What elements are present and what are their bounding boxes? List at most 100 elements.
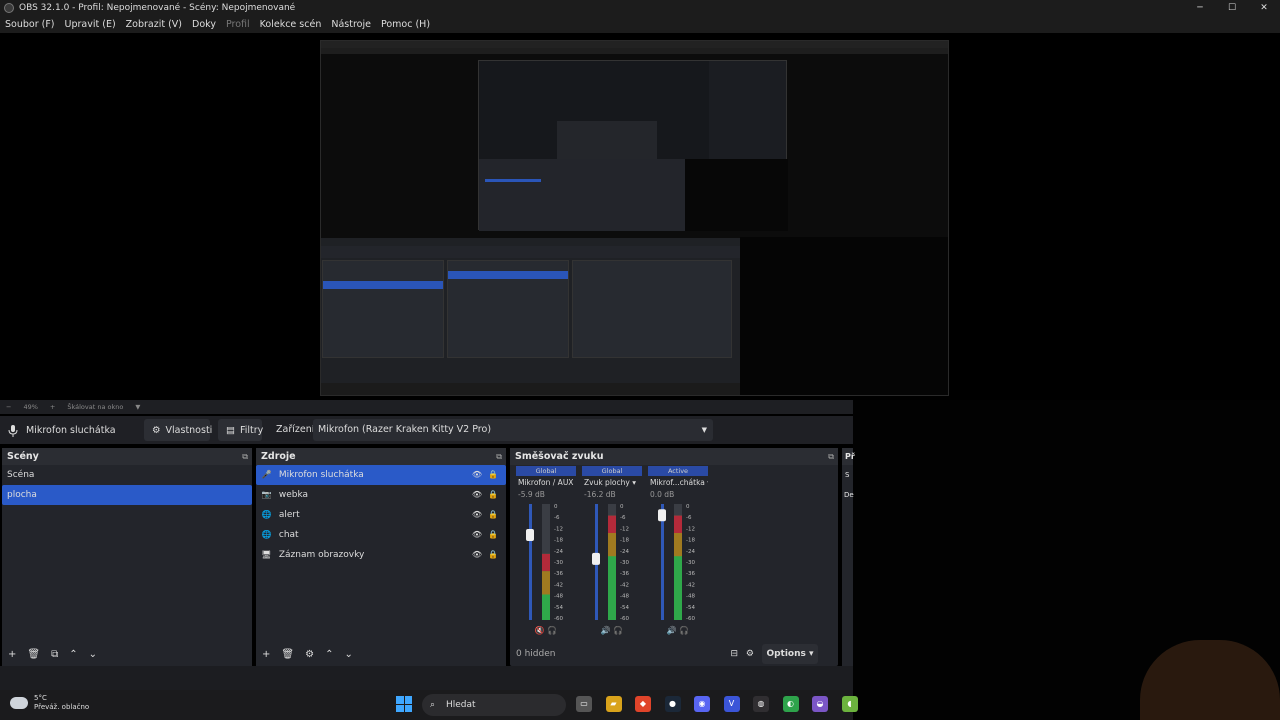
remove-scene-button[interactable]: 🗑 bbox=[27, 649, 40, 660]
close-button[interactable]: ✕ bbox=[1248, 0, 1280, 16]
source-item[interactable]: 🌐 alert 👁 🔒 bbox=[256, 505, 506, 525]
undock-icon[interactable]: ⧉ bbox=[828, 448, 834, 465]
move-up-button[interactable]: ⌃ bbox=[325, 649, 333, 660]
weather-widget[interactable]: 5°C Převáž. oblačno bbox=[10, 694, 89, 712]
remove-source-button[interactable]: 🗑 bbox=[281, 649, 294, 660]
add-scene-button[interactable]: + bbox=[8, 649, 16, 660]
device-select[interactable]: Mikrofon (Razer Kraken Kitty V2 Pro) ▼ bbox=[313, 419, 713, 441]
properties-button[interactable]: ⚙ Vlastnosti bbox=[144, 419, 212, 441]
menu-docks[interactable]: Doky bbox=[192, 19, 216, 30]
meter-tick-label: -6 bbox=[686, 515, 692, 521]
channel-name[interactable]: Mikrofon / AUX ▾ bbox=[516, 476, 576, 490]
move-up-button[interactable]: ⌃ bbox=[69, 649, 77, 660]
obs-icon[interactable]: ◍ bbox=[753, 696, 769, 712]
menu-scene-collection[interactable]: Kolekce scén bbox=[260, 19, 322, 30]
menu-profile[interactable]: Profil bbox=[226, 19, 250, 30]
menu-edit[interactable]: Upravit (E) bbox=[65, 19, 116, 30]
nested-dark-region bbox=[740, 237, 948, 395]
nested-taskbar bbox=[321, 383, 740, 395]
brave-icon[interactable]: ◆ bbox=[635, 696, 651, 712]
camera-icon: 📷 bbox=[261, 490, 272, 499]
nested-title bbox=[321, 41, 948, 48]
eye-icon[interactable]: 👁 bbox=[472, 465, 482, 485]
volume-meter[interactable]: 0 -6 -12 -18 -24 -30 -36 -42 -48 -54 -60 bbox=[516, 504, 576, 624]
scene-item[interactable]: Scéna bbox=[2, 465, 252, 485]
eye-icon[interactable]: 👁 bbox=[472, 485, 482, 505]
eye-icon[interactable]: 👁 bbox=[472, 525, 482, 545]
steam-icon[interactable]: ● bbox=[664, 696, 681, 712]
channel-name[interactable]: Mikrof...chátka ▾ bbox=[648, 476, 708, 490]
preview-screen-capture bbox=[320, 40, 949, 396]
source-item[interactable]: 📷 webka 👁 🔒 bbox=[256, 485, 506, 505]
windows-start-icon[interactable] bbox=[396, 696, 412, 712]
maximize-button[interactable]: ☐ bbox=[1216, 0, 1248, 16]
channel-db: 0.0 dB bbox=[650, 490, 675, 499]
scene-item-selected[interactable]: plocha bbox=[2, 485, 252, 505]
menu-help[interactable]: Pomoc (H) bbox=[381, 19, 430, 30]
options-button[interactable]: Options ▾ bbox=[762, 644, 818, 664]
app-icon[interactable]: ◖ bbox=[841, 696, 858, 712]
meter-warn bbox=[674, 533, 682, 557]
eye-icon[interactable]: 👁 bbox=[472, 505, 482, 525]
channel-name[interactable]: Zvuk plochy ▾ bbox=[582, 476, 642, 490]
meter-tick-label: -24 bbox=[554, 549, 563, 555]
source-item-selected[interactable]: 🎤 Mikrofon sluchátka 👁 🔒 bbox=[256, 465, 506, 485]
taskbar-search[interactable]: ⌕ Hledat bbox=[422, 694, 566, 716]
muted-speaker-icon[interactable]: 🔇 bbox=[535, 626, 545, 635]
folder-icon[interactable]: ▰ bbox=[605, 696, 622, 712]
headphones-icon[interactable]: 🎧 bbox=[679, 626, 689, 635]
weather-desc: Převáž. oblačno bbox=[34, 703, 90, 711]
filter-icon: ▤ bbox=[226, 424, 235, 436]
source-item[interactable]: 🌐 chat 👁 🔒 bbox=[256, 525, 506, 545]
lock-icon[interactable]: 🔒 bbox=[488, 525, 498, 545]
chevron-down-icon: ▼ bbox=[701, 426, 707, 434]
meter-tick-label: -36 bbox=[554, 571, 563, 577]
explorer-icon[interactable]: ▭ bbox=[576, 696, 592, 712]
chevron-down-icon[interactable]: ▼ bbox=[135, 403, 140, 411]
move-down-button[interactable]: ⌄ bbox=[89, 649, 97, 660]
scenes-footer: + 🗑 ⧉ ⌃ ⌄ bbox=[2, 642, 252, 666]
menu-file[interactable]: Soubor (F) bbox=[5, 19, 55, 30]
meter-tick-label: -54 bbox=[620, 605, 629, 611]
settings-icon[interactable]: ⚙ bbox=[746, 642, 754, 666]
meter-tick-label: -60 bbox=[554, 616, 563, 622]
lock-icon[interactable]: 🔒 bbox=[488, 485, 498, 505]
speaker-icon[interactable]: 🔊 bbox=[601, 626, 611, 635]
undock-icon[interactable]: ⧉ bbox=[496, 448, 502, 465]
meter-tick-label: 0 bbox=[554, 504, 558, 510]
lock-icon[interactable]: 🔒 bbox=[488, 505, 498, 525]
source-label: Mikrofon sluchátka bbox=[278, 470, 364, 480]
mixer-channels: Global Mikrofon / AUX ▾ -5.9 dB 0 -6 -12 -1… bbox=[516, 466, 708, 638]
source-label: webka bbox=[278, 490, 309, 500]
filters-button[interactable]: ▤ Filtry bbox=[218, 419, 263, 441]
move-down-button[interactable]: ⌄ bbox=[344, 649, 352, 660]
speaker-icon[interactable]: 🔊 bbox=[667, 626, 677, 635]
headphones-icon[interactable]: 🎧 bbox=[613, 626, 623, 635]
volume-meter[interactable]: 0 -6 -12 -18 -24 -30 -36 -42 -48 -54 -60 bbox=[582, 504, 642, 624]
undock-icon[interactable]: ⧉ bbox=[242, 448, 248, 465]
discord-icon[interactable]: ◉ bbox=[694, 696, 710, 712]
add-source-button[interactable]: + bbox=[262, 649, 270, 660]
zoom-out-button[interactable]: − bbox=[6, 403, 11, 411]
menu-tools[interactable]: Nástroje bbox=[331, 19, 371, 30]
lock-icon[interactable]: 🔒 bbox=[488, 465, 498, 485]
chrome-icon[interactable]: ◐ bbox=[782, 696, 799, 712]
zoom-in-button[interactable]: + bbox=[50, 403, 55, 411]
lock-icon[interactable]: 🔒 bbox=[488, 545, 498, 565]
minimize-button[interactable]: ─ bbox=[1184, 0, 1216, 16]
headphones-icon[interactable]: 🎧 bbox=[547, 626, 557, 635]
eye-icon[interactable]: 👁 bbox=[472, 545, 482, 565]
volume-meter[interactable]: 0 -6 -12 -18 -24 -30 -36 -42 -48 -54 -60 bbox=[648, 504, 708, 624]
menu-view[interactable]: Zobrazit (V) bbox=[126, 19, 182, 30]
edge-icon[interactable]: ◒ bbox=[812, 696, 828, 712]
scenes-header: Scény ⧉ bbox=[2, 448, 252, 465]
zoom-level: 49% bbox=[23, 403, 38, 411]
scale-mode[interactable]: Škálovat na okno bbox=[67, 403, 123, 411]
meter-tick-label: -30 bbox=[620, 560, 629, 566]
vivaldi-icon[interactable]: V bbox=[723, 696, 740, 712]
source-item[interactable]: 🖥 Záznam obrazovky 👁 🔒 bbox=[256, 545, 506, 565]
layout-icon[interactable]: ⊟ bbox=[730, 642, 738, 666]
sources-title: Zdroje bbox=[261, 451, 296, 462]
scene-filters-button[interactable]: ⧉ bbox=[51, 649, 58, 660]
source-properties-button[interactable]: ⚙ bbox=[305, 649, 314, 660]
